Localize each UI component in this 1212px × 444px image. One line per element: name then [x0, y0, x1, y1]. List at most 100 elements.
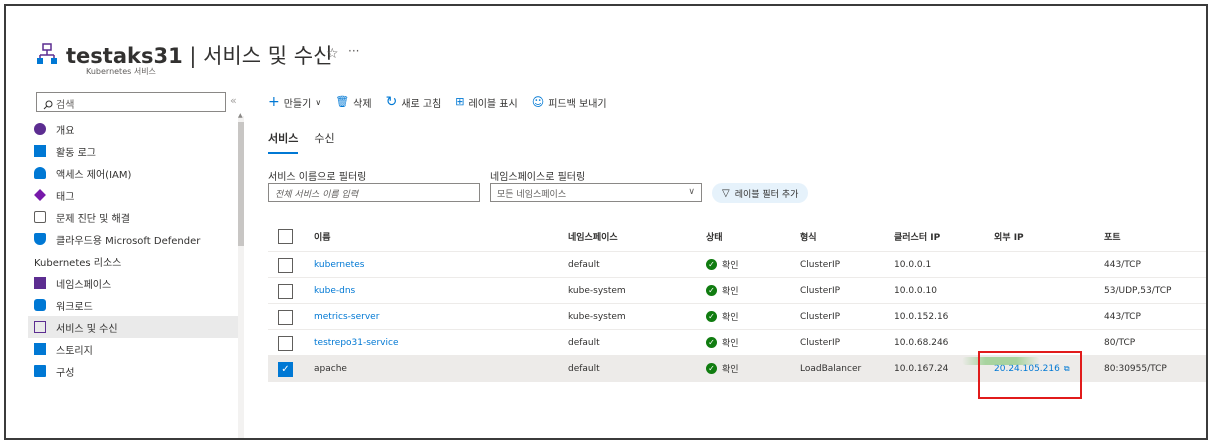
type-cell: ClusterIP: [800, 311, 841, 322]
sidebar-item-services-and-ingress[interactable]: 서비스 및 수신: [28, 316, 238, 338]
row-checkbox[interactable]: [278, 258, 293, 273]
type-cell: ClusterIP: [800, 259, 841, 270]
service-name-link[interactable]: testrepo31-service: [314, 330, 398, 355]
config-icon: [34, 365, 46, 377]
namespace-filter-label: 네임스페이스로 필터링: [490, 172, 586, 183]
sidebar-item-overview[interactable]: 개요: [28, 118, 238, 140]
select-all-checkbox[interactable]: [278, 229, 293, 244]
iam-icon: [34, 167, 46, 179]
status-cell: ✓ 확인: [706, 304, 739, 329]
column-header-type[interactable]: 형식: [800, 222, 817, 251]
diagnose-icon: [34, 211, 46, 223]
table-header: 이름 네임스페이스 상태 형식 클러스터 IP 외부 IP 포트: [268, 222, 1206, 252]
namespace-cell: default: [568, 337, 600, 348]
column-header-ports[interactable]: 포트: [1104, 222, 1121, 251]
table-row[interactable]: kube-dns kube-system ✓ 확인 ClusterIP 10.0.…: [268, 278, 1206, 304]
ports-cell: 80:30955/TCP: [1104, 363, 1167, 374]
check-circle-icon: ✓: [706, 259, 717, 270]
page-header: testaks31 | 서비스 및 수신 Kubernetes 서비스 ☆ ··…: [6, 6, 1206, 86]
check-circle-icon: ✓: [706, 363, 717, 374]
row-checkbox[interactable]: [278, 336, 293, 351]
tag-icon: [34, 189, 46, 201]
column-header-cluster-ip[interactable]: 클러스터 IP: [894, 222, 940, 251]
column-header-name[interactable]: 이름: [314, 222, 331, 251]
namespace-cell: default: [568, 259, 600, 270]
column-header-namespace[interactable]: 네임스페이스: [568, 222, 618, 251]
namespace-icon: [34, 277, 46, 289]
sidebar-scrollbar-thumb[interactable]: [238, 122, 244, 246]
cluster-ip-cell: 10.0.0.1: [894, 259, 932, 270]
cluster-ip-cell: 10.0.152.16: [894, 311, 949, 322]
table-row[interactable]: metrics-server kube-system ✓ 확인 ClusterIP…: [268, 304, 1206, 330]
ports-cell: 443/TCP: [1104, 259, 1141, 270]
add-label-filter-button[interactable]: ▽ 레이블 필터 추가: [712, 183, 809, 203]
feedback-button[interactable]: ☺ 피드백 보내기: [532, 95, 607, 110]
column-header-external-ip[interactable]: 외부 IP: [994, 222, 1024, 251]
type-cell: ClusterIP: [800, 337, 841, 348]
name-filter-label: 서비스 이름으로 필터링: [268, 172, 367, 183]
label-icon: ⊞: [455, 95, 465, 108]
sidebar-item-storage[interactable]: 스토리지: [28, 338, 238, 360]
chevron-down-icon: ∨: [688, 187, 695, 197]
ports-cell: 80/TCP: [1104, 337, 1136, 348]
tab-services[interactable]: 서비스: [268, 130, 299, 154]
scroll-up-icon[interactable]: ▲: [238, 112, 243, 119]
sidebar-item-defender[interactable]: 클라우드용 Microsoft Defender: [28, 228, 238, 250]
services-icon: [34, 321, 46, 333]
service-name-link[interactable]: kube-dns: [314, 278, 355, 303]
namespace-filter-dropdown[interactable]: 모든 네임스페이스 ∨: [490, 183, 702, 202]
row-checkbox[interactable]: ✓: [278, 362, 293, 377]
plus-icon: +: [268, 94, 280, 110]
check-circle-icon: ✓: [706, 337, 717, 348]
status-cell: ✓ 확인: [706, 278, 739, 303]
namespace-cell: kube-system: [568, 285, 626, 296]
sidebar-item-configuration[interactable]: 구성: [28, 360, 238, 382]
sidebar-item-iam[interactable]: 액세스 제어(IAM): [28, 162, 238, 184]
kubernetes-service-icon: [37, 43, 57, 64]
favorite-star-icon[interactable]: ☆: [326, 46, 339, 62]
sidebar-item-workloads[interactable]: 워크로드: [28, 294, 238, 316]
workload-icon: [34, 299, 46, 311]
ports-cell: 53/UDP,53/TCP: [1104, 285, 1172, 296]
row-checkbox[interactable]: [278, 284, 293, 299]
command-bar: + 만들기 ∨ 🗑 삭제 ↻ 새로 고침 ⊞ 레이블 표시 ☺ 피드백 보내기: [268, 92, 607, 112]
chevron-down-icon: ∨: [315, 97, 322, 107]
namespace-cell: default: [568, 363, 600, 374]
type-cell: ClusterIP: [800, 285, 841, 296]
status-cell: ✓ 확인: [706, 356, 739, 381]
sidebar-group-kubernetes-resources: Kubernetes 리소스: [34, 257, 122, 269]
service-name-filter-input[interactable]: 전체 서비스 이름 입력: [268, 183, 480, 202]
refresh-icon: ↻: [385, 94, 398, 110]
cluster-ip-cell: 10.0.68.246: [894, 337, 949, 348]
delete-button[interactable]: 🗑 삭제: [335, 95, 371, 110]
show-labels-button[interactable]: ⊞ 레이블 표시: [455, 95, 517, 110]
status-cell: ✓ 확인: [706, 330, 739, 355]
tab-ingress[interactable]: 수신: [314, 130, 334, 154]
table-row[interactable]: kubernetes default ✓ 확인 ClusterIP 10.0.0.…: [268, 252, 1206, 278]
service-name-link[interactable]: metrics-server: [314, 304, 379, 329]
feedback-icon: ☺: [531, 95, 545, 109]
sidebar: 검색 « ▲ 개요 활동 로그 액세스 제어(IAM) 태그 문제 진단 및 해…: [6, 86, 246, 438]
sidebar-item-tags[interactable]: 태그: [28, 184, 238, 206]
more-options-icon[interactable]: ···: [348, 44, 359, 58]
activity-log-icon: [34, 145, 46, 157]
overview-icon: [34, 123, 46, 135]
filter-icon: ▽: [722, 187, 730, 199]
row-checkbox[interactable]: [278, 310, 293, 325]
sidebar-item-namespaces[interactable]: 네임스페이스: [28, 272, 238, 294]
sidebar-item-diagnose[interactable]: 문제 진단 및 해결: [28, 206, 238, 228]
sidebar-search-input[interactable]: 검색: [36, 92, 226, 112]
check-circle-icon: ✓: [706, 311, 717, 322]
tab-bar: 서비스 수신: [268, 130, 335, 154]
column-header-status[interactable]: 상태: [706, 222, 723, 251]
portal-frame: testaks31 | 서비스 및 수신 Kubernetes 서비스 ☆ ··…: [4, 4, 1208, 440]
check-circle-icon: ✓: [706, 285, 717, 296]
service-name-link[interactable]: apache: [314, 356, 347, 381]
page-subtitle: Kubernetes 서비스: [86, 67, 156, 76]
sidebar-item-activity-log[interactable]: 활동 로그: [28, 140, 238, 162]
sidebar-nav: 개요 활동 로그 액세스 제어(IAM) 태그 문제 진단 및 해결 클라우드용…: [28, 118, 238, 382]
refresh-button[interactable]: ↻ 새로 고침: [386, 95, 442, 110]
service-name-link[interactable]: kubernetes: [314, 252, 364, 277]
collapse-sidebar-button[interactable]: «: [230, 94, 237, 107]
create-button[interactable]: + 만들기 ∨: [268, 95, 321, 110]
